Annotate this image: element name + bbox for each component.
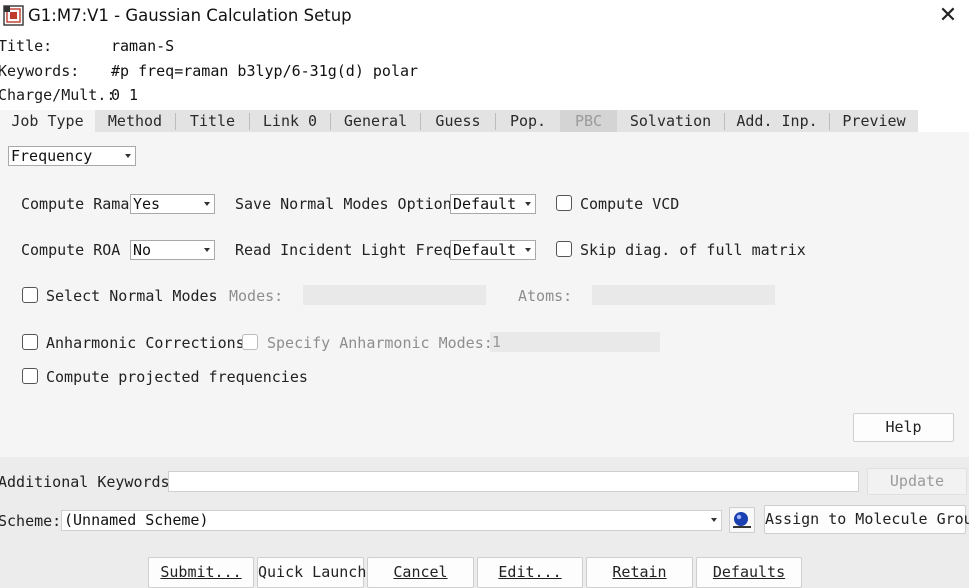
chevron-down-icon: [204, 202, 210, 206]
update-button: Update: [867, 468, 967, 495]
quick-launch-label: Quick Launch: [258, 563, 367, 581]
defaults-button[interactable]: Defaults: [696, 557, 802, 588]
close-icon[interactable]: ✕: [930, 2, 966, 30]
tab-pbc: PBC: [560, 110, 617, 132]
submit-button[interactable]: Submit...: [148, 557, 254, 588]
title-value: raman-S: [111, 37, 175, 55]
modes-field: [303, 285, 486, 305]
skip-diag-checkbox[interactable]: [556, 241, 572, 257]
window-title: G1:M7:V1 - Gaussian Calculation Setup: [28, 6, 352, 25]
retain-button[interactable]: Retain: [586, 557, 693, 588]
molecule-group-icon-button[interactable]: [729, 507, 755, 533]
modes-label: Modes:: [229, 287, 284, 305]
job-type-value: Frequency: [11, 147, 93, 165]
scheme-label: Scheme:: [0, 512, 62, 530]
chevron-down-icon: [525, 248, 531, 252]
keywords-value: #p freq=raman b3lyp/6-31g(d) polar: [111, 62, 419, 80]
title-label: Title:: [0, 37, 53, 55]
edit-button[interactable]: Edit...: [477, 557, 583, 588]
cancel-button[interactable]: Cancel: [367, 557, 474, 588]
read-incident-value: Default: [453, 241, 517, 259]
additional-keywords-input[interactable]: [168, 471, 859, 492]
tab-pop[interactable]: Pop.: [496, 110, 560, 132]
select-normal-modes-checkbox[interactable]: [22, 287, 38, 303]
tab-add-inp[interactable]: Add. Inp.: [725, 110, 829, 132]
tab-job-type[interactable]: Job Type: [0, 110, 95, 133]
tab-guess[interactable]: Guess: [421, 110, 495, 132]
projected-freq-checkbox[interactable]: [22, 368, 38, 384]
projected-freq-label: Compute projected frequencies: [46, 368, 308, 386]
submit-label: Submit...: [160, 563, 242, 581]
help-button[interactable]: Help: [853, 413, 954, 442]
scheme-value: (Unnamed Scheme): [64, 511, 209, 529]
cancel-label: Cancel: [393, 563, 448, 581]
retain-label: Retain: [612, 563, 667, 581]
specify-anharmonic-label: Specify Anharmonic Modes:: [267, 334, 493, 352]
read-incident-label: Read Incident Light Freqs: [235, 241, 461, 259]
compute-roa-select[interactable]: No: [130, 240, 215, 260]
tab-solvation[interactable]: Solvation: [617, 110, 724, 132]
chevron-down-icon: [711, 518, 717, 522]
keywords-label: Keywords:: [0, 62, 80, 80]
compute-raman-select[interactable]: Yes: [130, 194, 215, 214]
defaults-label: Defaults: [712, 563, 786, 581]
quick-launch-button[interactable]: Quick Launch: [257, 557, 367, 588]
compute-vcd-checkbox[interactable]: [556, 195, 572, 211]
charge-mult-label: Charge/Mult.:: [0, 86, 116, 104]
tab-title[interactable]: Title: [176, 110, 249, 132]
tab-link0[interactable]: Link 0: [250, 110, 330, 132]
skip-diag-label: Skip diag. of full matrix: [580, 241, 806, 259]
assign-molecule-group-button[interactable]: Assign to Molecule Group: [764, 505, 969, 534]
chevron-down-icon: [204, 248, 210, 252]
select-normal-modes-label: Select Normal Modes: [46, 287, 218, 305]
charge-mult-value: 0 1: [111, 86, 139, 104]
compute-roa-value: No: [133, 241, 152, 259]
save-normal-modes-value: Default: [453, 195, 517, 213]
anharmonic-label: Anharmonic Corrections: [46, 334, 245, 352]
save-normal-modes-label: Save Normal Modes Options: [235, 195, 461, 213]
compute-raman-label: Compute Raman: [21, 195, 139, 213]
tab-method[interactable]: Method: [95, 110, 175, 132]
read-incident-select[interactable]: Default: [450, 240, 536, 260]
chevron-down-icon: [125, 154, 131, 158]
specify-anharmonic-field: 1: [490, 332, 660, 352]
compute-roa-label: Compute ROA: [21, 241, 121, 259]
tab-preview[interactable]: Preview: [830, 110, 918, 132]
edit-label: Edit...: [498, 563, 562, 581]
compute-raman-value: Yes: [133, 195, 161, 213]
atoms-field: [592, 285, 775, 305]
specify-anharmonic-checkbox: [242, 334, 258, 350]
additional-keywords-label: Additional Keywords:: [0, 473, 179, 491]
specify-anharmonic-value: 1: [492, 333, 502, 351]
gaussian-app-icon: [3, 5, 24, 26]
molecule-icon: [733, 512, 751, 528]
compute-vcd-label: Compute VCD: [580, 195, 680, 213]
save-normal-modes-select[interactable]: Default: [450, 194, 536, 214]
anharmonic-checkbox[interactable]: [22, 334, 38, 350]
scheme-select[interactable]: (Unnamed Scheme): [61, 510, 722, 531]
atoms-label: Atoms:: [518, 287, 573, 305]
job-type-select[interactable]: Frequency: [8, 146, 136, 166]
tab-general[interactable]: General: [331, 110, 420, 132]
chevron-down-icon: [525, 202, 531, 206]
